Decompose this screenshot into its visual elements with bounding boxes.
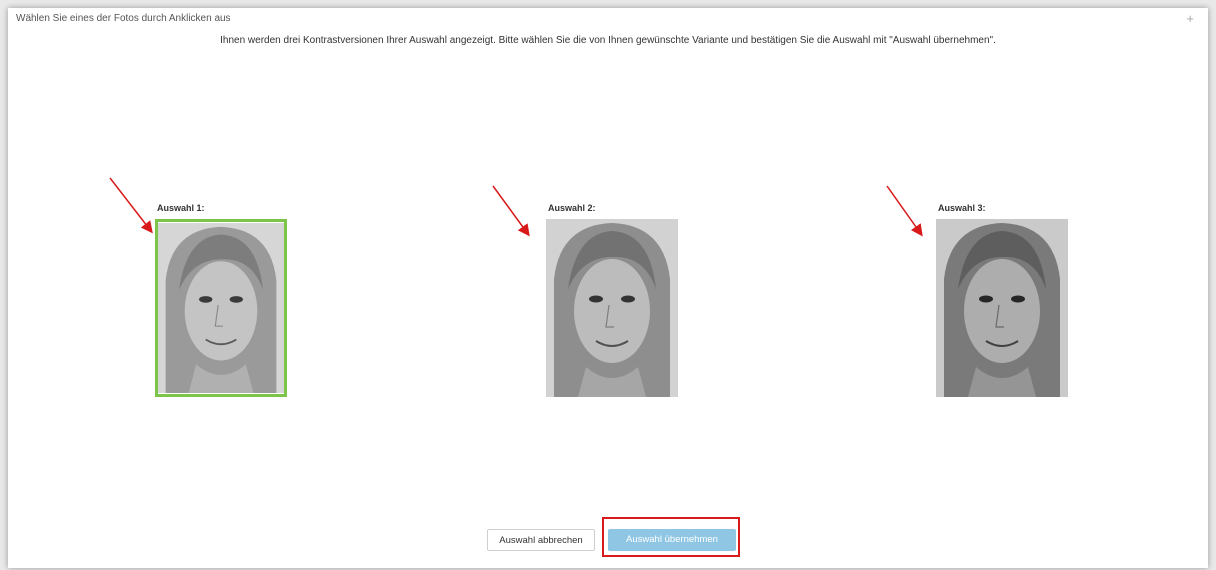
choice-label: Auswahl 1:	[157, 203, 205, 213]
choice-label: Auswahl 2:	[548, 203, 596, 213]
photo-option-3[interactable]	[936, 219, 1068, 397]
choice-label: Auswahl 3:	[938, 203, 986, 213]
arrow-choice-3	[886, 185, 923, 237]
choice-2: Auswahl 2:	[546, 203, 678, 397]
photo-selection-dialog: Wählen Sie eines der Fotos durch Anklick…	[8, 8, 1208, 568]
photo-option-1[interactable]	[155, 219, 287, 397]
portrait-image	[546, 219, 678, 397]
arrow-choice-1	[109, 177, 153, 234]
portrait-image	[936, 219, 1068, 397]
photo-option-2[interactable]	[546, 219, 678, 397]
dialog-title: Wählen Sie eines der Fotos durch Anklick…	[16, 13, 231, 24]
choice-3: Auswahl 3:	[936, 203, 1068, 397]
close-icon[interactable]: +	[1186, 11, 1194, 26]
instruction-text: Ihnen werden drei Kontrastversionen Ihre…	[220, 35, 996, 46]
cancel-button[interactable]: Auswahl abbrechen	[487, 529, 595, 551]
portrait-image	[158, 223, 284, 393]
arrow-choice-2	[492, 185, 530, 237]
accept-button[interactable]: Auswahl übernehmen	[608, 529, 736, 551]
choice-1: Auswahl 1:	[155, 203, 287, 397]
